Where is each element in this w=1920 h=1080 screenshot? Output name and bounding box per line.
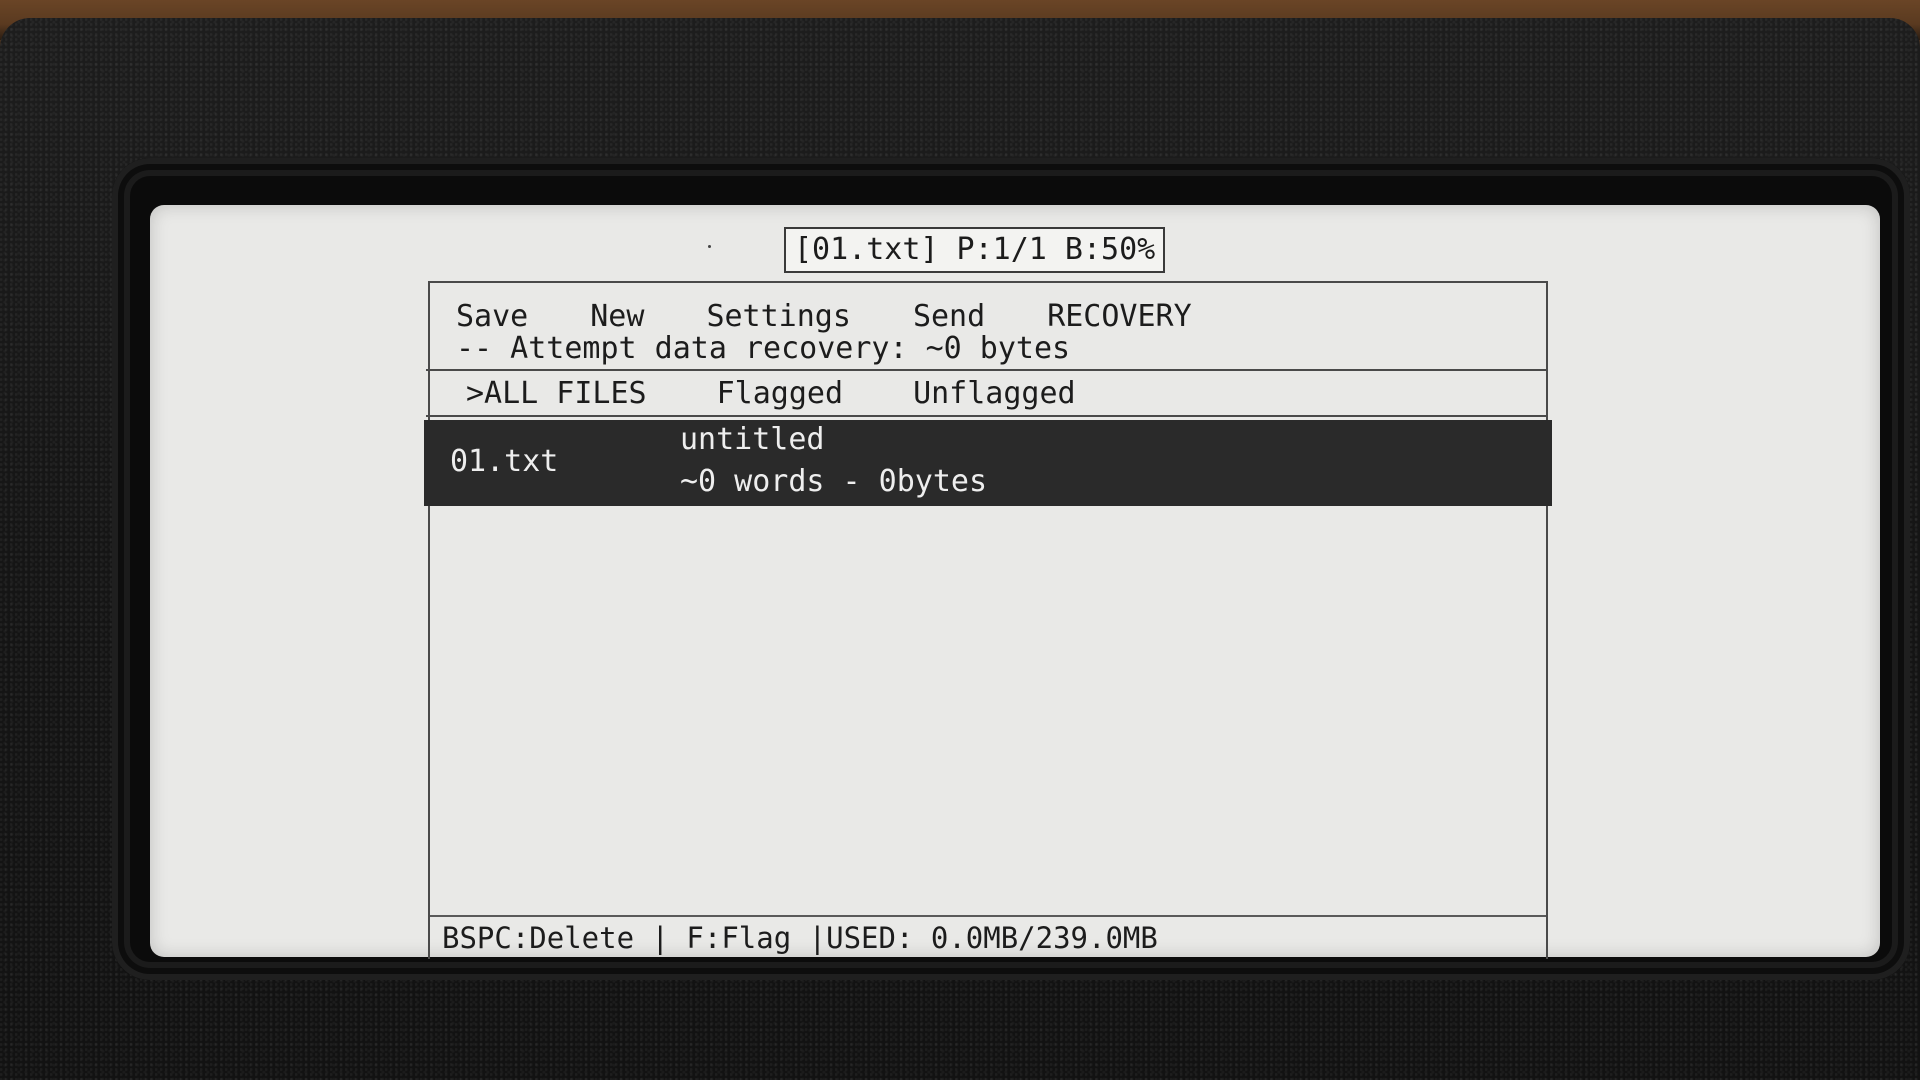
file-name: 01.txt — [450, 444, 559, 479]
tab-all-files[interactable]: >ALL FILES — [466, 376, 647, 411]
file-row-selected[interactable]: 01.txt untitled ~0 words - 0bytes — [424, 420, 1552, 506]
status-title: [01.txt] P:1/1 B:50% — [784, 227, 1166, 273]
status-footer: BSPC:Delete | F:Flag |USED: 0.0MB/239.0M… — [430, 915, 1546, 957]
file-manager-dialog: Save New Settings Send RECOVERY -- Attem… — [424, 281, 1552, 959]
file-title: untitled — [680, 422, 825, 457]
eink-screen: [01.txt] P:1/1 B:50% Save New Settings S… — [150, 205, 1880, 959]
filter-tabs: >ALL FILES Flagged Unflagged — [426, 369, 1546, 417]
tab-unflagged[interactable]: Unflagged — [913, 376, 1076, 411]
file-meta: ~0 words - 0bytes — [680, 464, 988, 499]
tab-flagged[interactable]: Flagged — [717, 376, 843, 411]
device-photo: [01.txt] P:1/1 B:50% Save New Settings S… — [0, 0, 1920, 1080]
recovery-description: -- Attempt data recovery: ~0 bytes — [456, 331, 1071, 366]
screen-speck — [708, 245, 711, 248]
